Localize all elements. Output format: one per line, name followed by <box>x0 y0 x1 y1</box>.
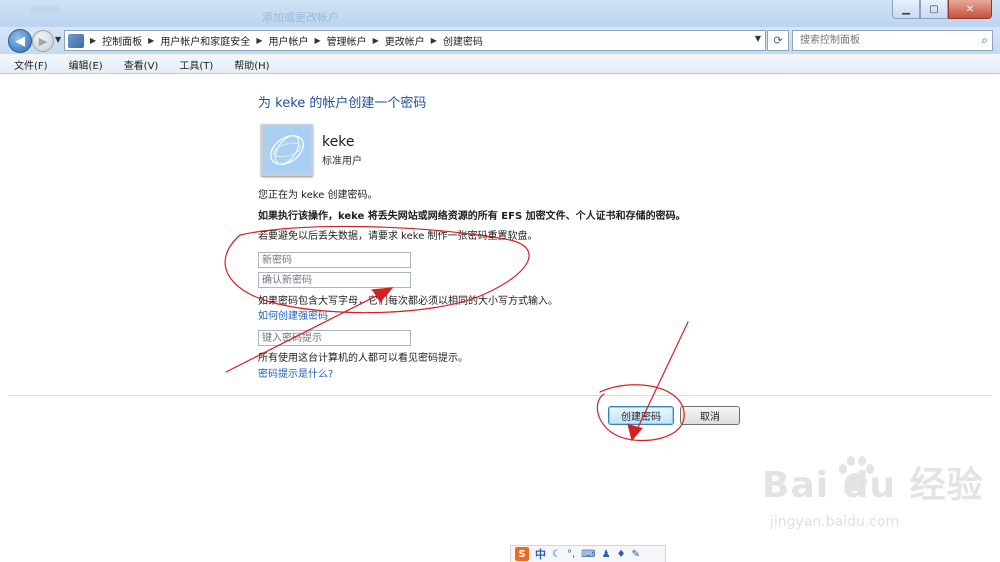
breadcrumb-change-account[interactable]: 更改帐户 <box>385 33 425 48</box>
user-icon[interactable]: ♟ <box>602 549 611 560</box>
strong-password-link[interactable]: 如何创建强密码 <box>258 307 328 322</box>
ime-mode-toggle[interactable]: 中 <box>535 546 546 562</box>
page-title: 为 keke 的帐户创建一个密码 <box>258 96 427 111</box>
search-box[interactable]: ⌕ <box>792 30 993 51</box>
address-bar[interactable]: ▶ 控制面板 ▶ 用户帐户和家庭安全 ▶ 用户帐户 ▶ 管理帐户 ▶ 更改帐户 … <box>64 30 766 51</box>
watermark-url: jingyan.baidu.com <box>770 514 900 530</box>
breadcrumb-control-panel[interactable]: 控制面板 <box>102 33 142 48</box>
new-password-field[interactable] <box>258 252 411 268</box>
divider <box>8 395 992 396</box>
password-hint-field[interactable] <box>258 330 411 346</box>
moon-icon[interactable]: ☾ <box>552 549 561 560</box>
chevron-right-icon[interactable]: ▶ <box>314 36 320 45</box>
search-input[interactable] <box>798 31 972 50</box>
breadcrumb-manage-accounts[interactable]: 管理帐户 <box>327 33 367 48</box>
title-bar: 添加或更改帐户 ▁ ▢ ✕ <box>0 0 1000 27</box>
close-icon: ✕ <box>965 3 975 15</box>
menu-view[interactable]: 查看(V) <box>110 54 166 73</box>
user-avatar-icon <box>261 124 313 176</box>
minimize-icon: ▁ <box>902 3 910 15</box>
menu-edit[interactable]: 编辑(E) <box>55 54 110 73</box>
password-hint-help-link[interactable]: 密码提示是什么? <box>258 365 333 380</box>
breadcrumb-user-accounts-family[interactable]: 用户帐户和家庭安全 <box>160 33 250 48</box>
sogou-logo-icon[interactable]: S <box>515 547 529 561</box>
chevron-right-icon[interactable]: ▶ <box>431 36 437 45</box>
breadcrumb-user-accounts[interactable]: 用户帐户 <box>268 33 308 48</box>
menu-help[interactable]: 帮助(H) <box>220 54 276 73</box>
menu-tools[interactable]: 工具(T) <box>165 54 220 73</box>
info-creating-password: 您正在为 keke 创建密码。 <box>258 190 378 201</box>
chevron-right-icon[interactable]: ▶ <box>373 36 379 45</box>
close-button[interactable]: ✕ <box>948 0 992 19</box>
user-name: keke <box>322 134 355 150</box>
confirm-password-field[interactable] <box>258 272 411 288</box>
maximize-button[interactable]: ▢ <box>920 0 948 19</box>
info-warning-efs: 如果执行该操作，keke 将丢失网站或网络资源的所有 EFS 加密文件、个人证书… <box>258 211 686 222</box>
keyboard-icon[interactable]: ⌨ <box>581 549 595 560</box>
user-type: 标准用户 <box>322 156 362 167</box>
case-sensitivity-hint: 如果密码包含大写字母，它们每次都必须以相同的大小写方式输入。 <box>258 296 558 307</box>
back-arrow-icon: ◀ <box>15 33 25 49</box>
menu-file[interactable]: 文件(F) <box>0 54 55 73</box>
back-button[interactable]: ◀ <box>8 29 32 53</box>
refresh-button[interactable]: ⟳ <box>767 30 789 51</box>
maximize-icon: ▢ <box>929 3 939 15</box>
info-reset-disk: 若要避免以后丢失数据，请要求 keke 制作一张密码重置软盘。 <box>258 231 538 242</box>
forward-button[interactable]: ▶ <box>32 30 54 52</box>
wrench-icon[interactable]: ✎ <box>632 549 640 560</box>
hint-visibility-note: 所有使用这台计算机的人都可以看见密码提示。 <box>258 353 468 364</box>
cancel-button[interactable]: 取消 <box>680 406 740 425</box>
create-password-button[interactable]: 创建密码 <box>608 406 674 425</box>
refresh-icon: ⟳ <box>773 34 783 47</box>
window-title: 添加或更改帐户 <box>262 11 339 24</box>
avatar-graphic <box>263 126 311 174</box>
watermark-brand: Bai du 经验 <box>762 465 984 506</box>
title-ghost-block <box>30 6 60 14</box>
forward-arrow-icon: ▶ <box>38 34 48 48</box>
menu-bar: 文件(F) 编辑(E) 查看(V) 工具(T) 帮助(H) <box>0 54 1000 74</box>
chevron-right-icon[interactable]: ▶ <box>256 36 262 45</box>
window-controls: ▁ ▢ ✕ <box>892 0 992 19</box>
skin-icon[interactable]: ♦ <box>617 549 626 560</box>
search-icon[interactable]: ⌕ <box>981 33 988 48</box>
chevron-right-icon[interactable]: ▶ <box>148 36 154 45</box>
chevron-right-icon[interactable]: ▶ <box>90 36 96 45</box>
address-dropdown-icon[interactable]: ▼ <box>755 34 761 43</box>
control-panel-icon <box>68 33 84 48</box>
minimize-button[interactable]: ▁ <box>892 0 920 19</box>
ime-toolbar: S 中 ☾ °, ⌨ ♟ ♦ ✎ <box>510 545 666 562</box>
navigation-bar: ◀ ▶ ▼ ▶ 控制面板 ▶ 用户帐户和家庭安全 ▶ 用户帐户 ▶ 管理帐户 ▶… <box>0 27 1000 54</box>
breadcrumb-create-password[interactable]: 创建密码 <box>443 33 483 48</box>
punctuation-icon[interactable]: °, <box>567 549 575 560</box>
history-dropdown-icon[interactable]: ▼ <box>55 35 61 44</box>
